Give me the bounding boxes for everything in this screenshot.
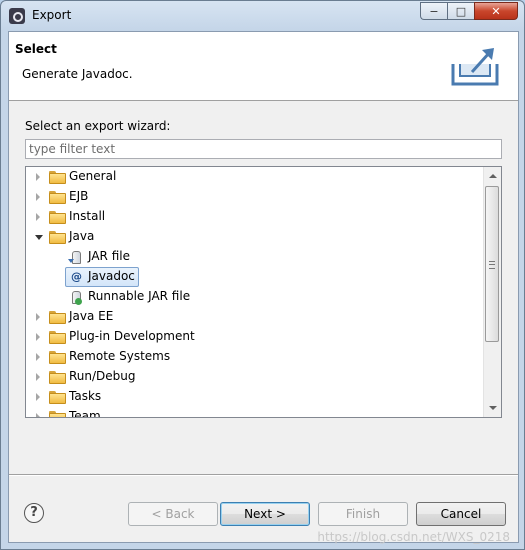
minimize-icon: − bbox=[429, 4, 439, 18]
wizard-select-label: Select an export wizard: bbox=[25, 119, 171, 133]
jar-file-icon bbox=[68, 250, 82, 265]
javadoc-icon: @ bbox=[68, 270, 82, 285]
maximize-button[interactable]: □ bbox=[447, 2, 474, 20]
eclipse-app-icon bbox=[9, 8, 25, 24]
dialog-client-area: Select Generate Javadoc. Select an expor… bbox=[8, 31, 519, 544]
next-button[interactable]: Next > bbox=[220, 502, 310, 526]
tree-item-tasks[interactable]: Tasks bbox=[26, 387, 485, 407]
expand-arrow-icon[interactable] bbox=[36, 333, 40, 341]
tree-item-label: Runnable JAR file bbox=[88, 289, 191, 303]
wizard-header: Select Generate Javadoc. bbox=[9, 32, 518, 101]
page-title: Select bbox=[15, 42, 57, 56]
expand-arrow-icon[interactable] bbox=[36, 213, 40, 221]
button-bar-separator bbox=[9, 474, 518, 476]
tree-item-label: Run/Debug bbox=[69, 369, 136, 383]
tree-item-label: Install bbox=[69, 209, 106, 223]
tree-item-install[interactable]: Install bbox=[26, 207, 485, 227]
expand-arrow-icon[interactable] bbox=[36, 393, 40, 401]
close-icon: ✕ bbox=[491, 4, 501, 18]
tree-item-jar-file[interactable]: JAR file bbox=[26, 247, 485, 267]
tree-item-run-debug[interactable]: Run/Debug bbox=[26, 367, 485, 387]
expand-arrow-icon[interactable] bbox=[36, 193, 40, 201]
help-icon[interactable]: ? bbox=[24, 503, 44, 523]
title-bar[interactable]: Export − □ ✕ bbox=[1, 1, 524, 31]
wizard-tree[interactable]: General EJB Install Java JAR file @ Java… bbox=[25, 166, 502, 418]
vertical-scrollbar[interactable] bbox=[483, 167, 501, 417]
folder-icon bbox=[49, 331, 66, 344]
tree-item-label: General bbox=[69, 169, 117, 183]
tree-item-label: Java EE bbox=[69, 309, 114, 323]
tree-list: General EJB Install Java JAR file @ Java… bbox=[26, 167, 485, 418]
export-wizard-icon bbox=[451, 48, 499, 86]
expand-arrow-icon[interactable] bbox=[36, 373, 40, 381]
page-description: Generate Javadoc. bbox=[22, 67, 133, 81]
tree-item-label: JAR file bbox=[88, 249, 130, 263]
tree-item-label: Tasks bbox=[69, 389, 102, 403]
filter-input[interactable] bbox=[25, 139, 502, 159]
scrollbar-thumb[interactable] bbox=[485, 186, 499, 342]
expand-arrow-icon[interactable] bbox=[36, 173, 40, 181]
runnable-jar-icon bbox=[68, 290, 82, 305]
folder-icon bbox=[49, 311, 66, 324]
folder-icon bbox=[49, 211, 66, 224]
tree-item-remote-systems[interactable]: Remote Systems bbox=[26, 347, 485, 367]
caption-buttons: − □ ✕ bbox=[420, 2, 518, 20]
folder-open-icon bbox=[49, 231, 66, 244]
tree-item-label: Plug-in Development bbox=[69, 329, 195, 343]
tree-item-java-ee[interactable]: Java EE bbox=[26, 307, 485, 327]
folder-icon bbox=[49, 411, 66, 417]
expand-arrow-icon[interactable] bbox=[36, 313, 40, 321]
folder-icon bbox=[49, 371, 66, 384]
export-dialog: Export − □ ✕ Select Generate Javadoc. Se… bbox=[0, 0, 525, 550]
tree-item-runnable-jar-file[interactable]: Runnable JAR file bbox=[26, 287, 485, 307]
folder-icon bbox=[49, 391, 66, 404]
tree-item-javadoc[interactable]: @ Javadoc bbox=[26, 267, 485, 287]
tree-item-label: EJB bbox=[69, 189, 89, 203]
tree-item-label: Remote Systems bbox=[69, 349, 171, 363]
tree-item-general[interactable]: General bbox=[26, 167, 485, 187]
expand-arrow-icon[interactable] bbox=[36, 353, 40, 361]
tree-item-label: Javadoc bbox=[88, 269, 135, 283]
back-button[interactable]: < Back bbox=[128, 502, 218, 526]
tree-item-team[interactable]: Team bbox=[26, 407, 485, 418]
scroll-up-icon[interactable] bbox=[489, 174, 497, 178]
folder-icon bbox=[49, 171, 66, 184]
tree-item-ejb[interactable]: EJB bbox=[26, 187, 485, 207]
folder-icon bbox=[49, 351, 66, 364]
minimize-button[interactable]: − bbox=[420, 2, 447, 20]
scroll-grip-icon bbox=[489, 261, 495, 269]
tree-item-plug-in-development[interactable]: Plug-in Development bbox=[26, 327, 485, 347]
tree-item-label: Team bbox=[69, 409, 101, 418]
finish-button[interactable]: Finish bbox=[318, 502, 408, 526]
cancel-button[interactable]: Cancel bbox=[416, 502, 506, 526]
maximize-icon: □ bbox=[455, 4, 467, 18]
collapse-arrow-icon[interactable] bbox=[35, 235, 43, 240]
tree-item-label: Java bbox=[69, 229, 95, 243]
expand-arrow-icon[interactable] bbox=[36, 413, 40, 417]
window-title: Export bbox=[32, 8, 72, 22]
close-button[interactable]: ✕ bbox=[474, 2, 518, 20]
scroll-down-icon[interactable] bbox=[489, 406, 497, 410]
javadoc-glyph: @ bbox=[71, 270, 82, 283]
watermark: https://blog.csdn.net/WXS_0218 bbox=[317, 530, 510, 544]
folder-icon bbox=[49, 191, 66, 204]
tree-item-java[interactable]: Java bbox=[26, 227, 485, 247]
